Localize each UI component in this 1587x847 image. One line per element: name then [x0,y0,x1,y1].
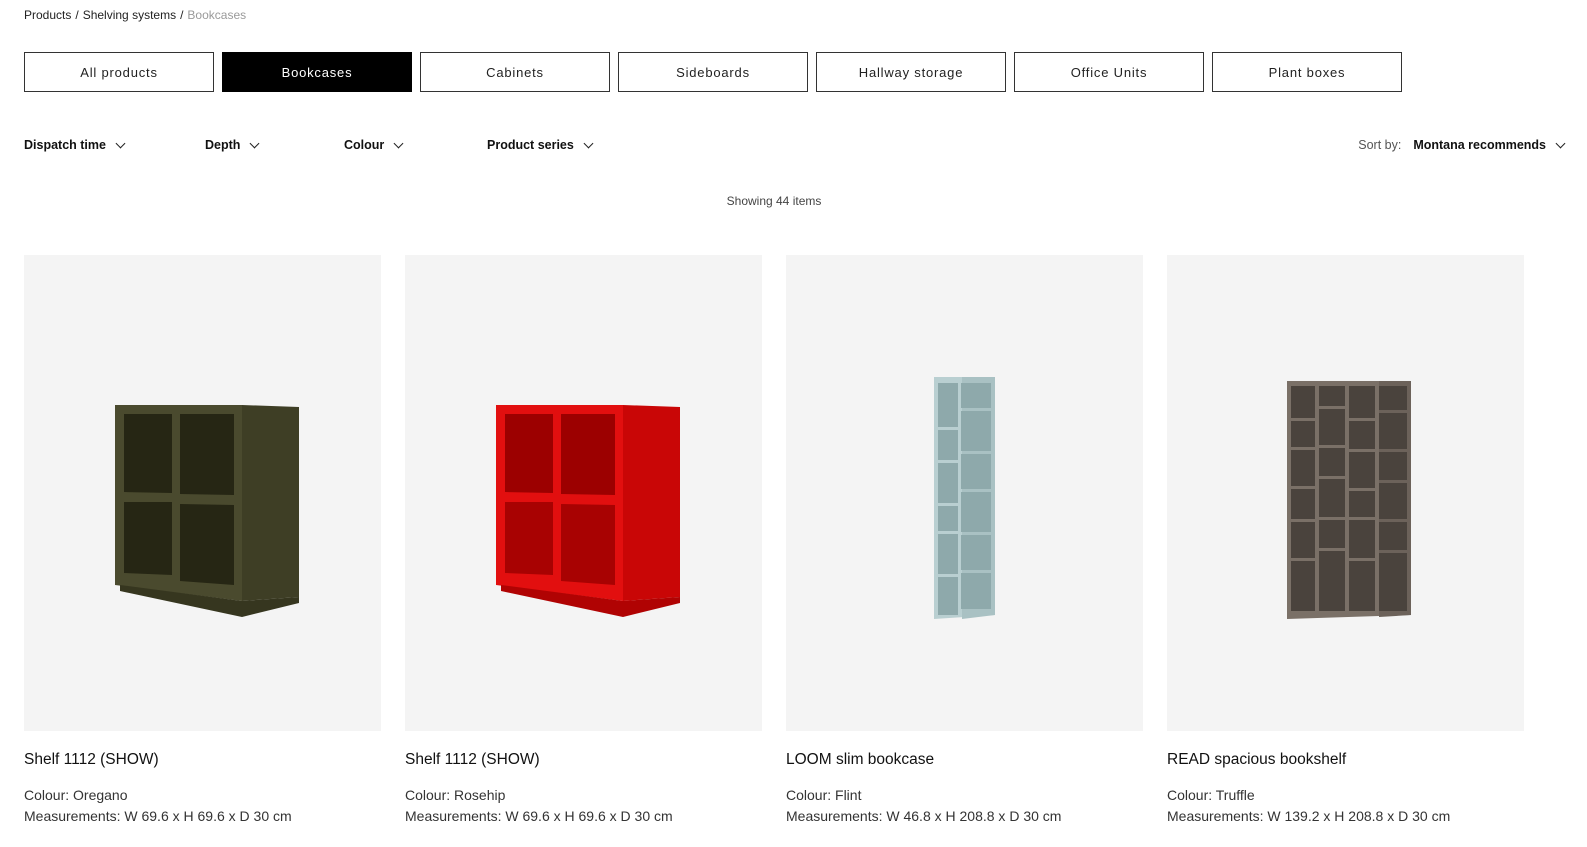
shelf-oregano-illustration [115,405,299,617]
product-image[interactable] [405,255,762,731]
product-name[interactable]: READ spacious bookshelf [1167,751,1524,771]
breadcrumb-products-link[interactable]: Products [24,8,71,22]
product-card[interactable]: LOOM slim bookcase Colour: Flint Measure… [786,255,1143,824]
tab-plant-boxes[interactable]: Plant boxes [1212,52,1402,92]
sort-value: Montana recommends [1413,138,1546,152]
tab-hallway-storage[interactable]: Hallway storage [816,52,1006,92]
sort-label: Sort by: [1358,138,1402,152]
filter-colour[interactable]: Colour [344,138,404,152]
product-name[interactable]: LOOM slim bookcase [786,751,1143,771]
chevron-down-icon [249,138,260,148]
filter-product-series[interactable]: Product series [487,138,594,152]
chevron-down-icon [583,138,594,148]
shelf-rosehip-illustration [496,405,680,617]
product-name[interactable]: Shelf 1112 (SHOW) [24,751,381,771]
filter-depth-label: Depth [205,138,241,152]
product-card[interactable]: Shelf 1112 (SHOW) Colour: Rosehip Measur… [405,255,762,824]
product-colour: Colour: Flint [786,787,862,803]
item-count: Showing 44 items [726,194,822,208]
tab-cabinets[interactable]: Cabinets [420,52,610,92]
category-tabs: All products Bookcases Cabinets Sideboar… [24,52,1402,92]
filter-dispatch-time[interactable]: Dispatch time [24,138,126,152]
breadcrumb-current: Bookcases [187,8,247,22]
product-image[interactable] [786,255,1143,731]
breadcrumb-separator: / [75,8,79,22]
product-image[interactable] [1167,255,1524,731]
chevron-down-icon [115,138,126,148]
filter-dispatch-time-label: Dispatch time [24,138,106,152]
product-colour: Colour: Truffle [1167,787,1255,803]
filter-colour-label: Colour [344,138,385,152]
product-colour: Colour: Rosehip [405,787,506,803]
filter-depth[interactable]: Depth [205,138,260,152]
product-image[interactable] [24,255,381,731]
breadcrumb: Products / Shelving systems / Bookcases [24,8,246,22]
product-measurements: Measurements: W 69.6 x H 69.6 x D 30 cm [405,808,673,824]
tab-all-products[interactable]: All products [24,52,214,92]
product-colour: Colour: Oregano [24,787,128,803]
product-measurements: Measurements: W 139.2 x H 208.8 x D 30 c… [1167,808,1451,824]
filter-product-series-label: Product series [487,138,574,152]
tab-bookcases[interactable]: Bookcases [222,52,412,92]
chevron-down-icon [1555,138,1566,148]
sort-dropdown[interactable]: Sort by: Montana recommends [1358,138,1566,152]
tab-office-units[interactable]: Office Units [1014,52,1204,92]
product-card[interactable]: READ spacious bookshelf Colour: Truffle … [1167,255,1524,824]
breadcrumb-shelving-link[interactable]: Shelving systems [83,8,176,22]
bookshelf-truffle-illustration [1287,381,1411,619]
product-card[interactable]: Shelf 1112 (SHOW) Colour: Oregano Measur… [24,255,381,824]
product-measurements: Measurements: W 46.8 x H 208.8 x D 30 cm [786,808,1062,824]
bookcase-flint-illustration [934,377,995,619]
breadcrumb-separator: / [180,8,184,22]
product-measurements: Measurements: W 69.6 x H 69.6 x D 30 cm [24,808,292,824]
filter-bar: Dispatch time Depth Colour Product serie… [24,138,1566,156]
product-name[interactable]: Shelf 1112 (SHOW) [405,751,762,771]
tab-sideboards[interactable]: Sideboards [618,52,808,92]
chevron-down-icon [393,138,404,148]
product-grid: Shelf 1112 (SHOW) Colour: Oregano Measur… [24,255,1524,824]
